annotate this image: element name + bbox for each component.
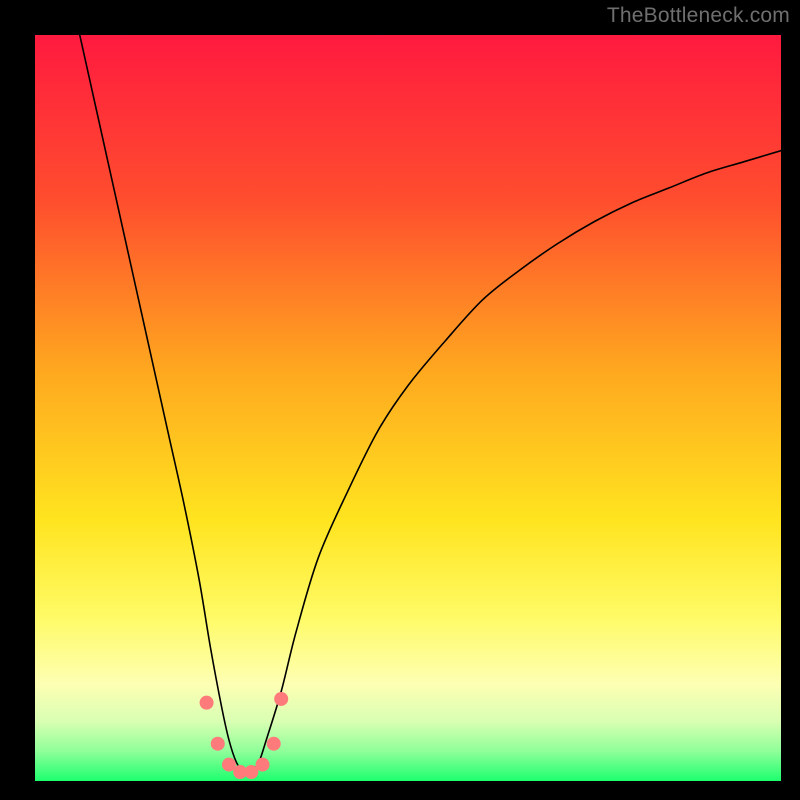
- plot-area: [35, 35, 781, 781]
- marker-dot: [267, 737, 281, 751]
- gradient-background: [35, 35, 781, 781]
- chart-svg: [35, 35, 781, 781]
- marker-dot: [200, 696, 214, 710]
- marker-dot: [274, 692, 288, 706]
- marker-dot: [256, 758, 270, 772]
- chart-container: TheBottleneck.com: [0, 0, 800, 800]
- marker-dot: [211, 737, 225, 751]
- watermark-text: TheBottleneck.com: [607, 4, 790, 28]
